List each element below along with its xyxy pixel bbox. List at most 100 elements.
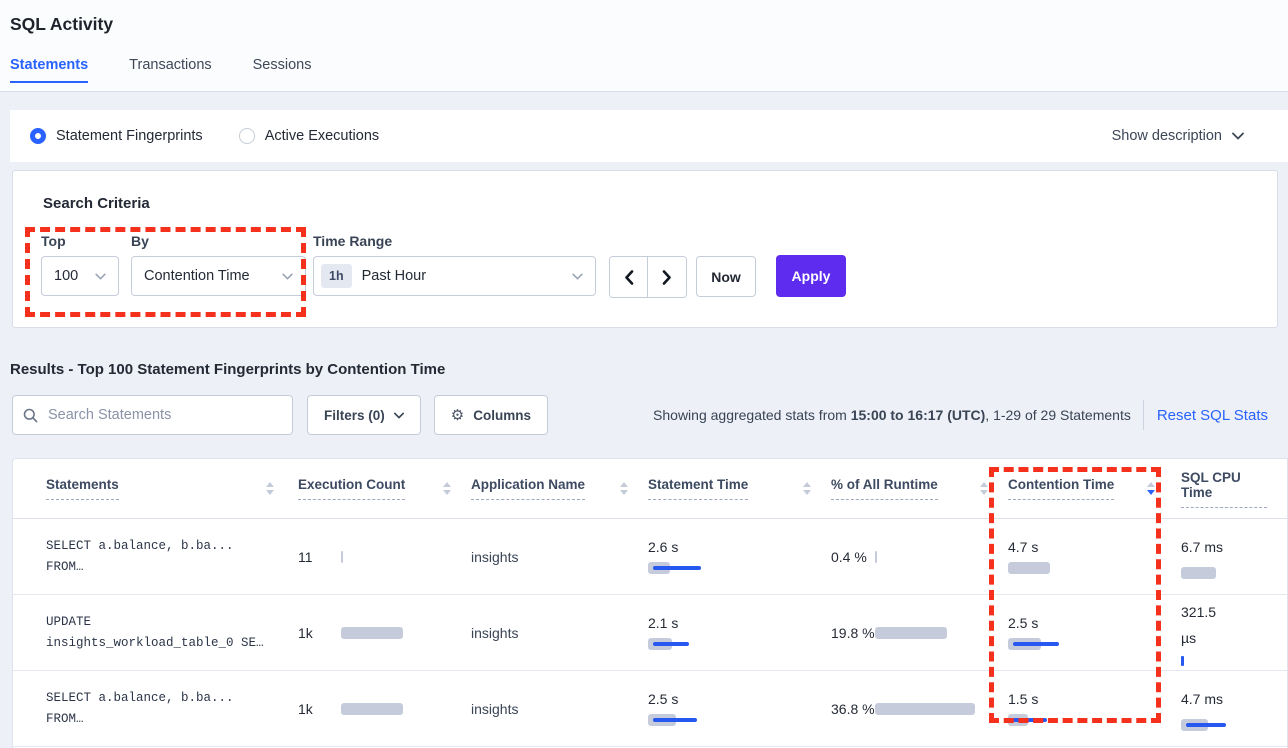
statement-time-cell: 2.1 s [648, 595, 831, 670]
execution-count-bar [341, 627, 403, 639]
statements-table: Statements Execution Count Application N… [12, 458, 1288, 748]
chevron-down-icon [1232, 132, 1244, 140]
aggregated-stats-text: Showing aggregated stats from 15:00 to 1… [653, 407, 1131, 423]
tab-sessions[interactable]: Sessions [253, 57, 312, 83]
previous-time-button[interactable] [610, 257, 648, 297]
sql-cpu-time-cell: 6.7 ms [1181, 519, 1288, 594]
apply-button[interactable]: Apply [776, 255, 846, 297]
time-range-value: Past Hour [362, 268, 426, 284]
filters-button[interactable]: Filters (0) [307, 395, 421, 435]
next-time-button[interactable] [648, 257, 686, 297]
top-select-value: 100 [54, 268, 78, 284]
statement-time-cell: 2.6 s [648, 519, 831, 594]
by-select-value: Contention Time [144, 268, 250, 284]
col-header-statement-time[interactable]: Statement Time [648, 477, 831, 500]
time-range-label: Time Range [313, 233, 596, 249]
time-range-select[interactable]: 1h Past Hour [313, 256, 596, 296]
by-label: By [131, 233, 306, 249]
table-header-row: Statements Execution Count Application N… [13, 459, 1287, 519]
sql-cpu-time-line [1186, 723, 1226, 727]
execution-count-cell: 1k [298, 595, 471, 670]
view-toggle-bar: Statement Fingerprints Active Executions… [10, 110, 1288, 162]
col-header-application-name[interactable]: Application Name [471, 477, 648, 500]
radio-active-executions-label: Active Executions [265, 128, 379, 144]
table-row[interactable]: UPDATE insights_workload_table_0 SE… 1k … [13, 595, 1287, 671]
sql-cpu-time-tick [1181, 656, 1184, 666]
show-description-label: Show description [1112, 128, 1222, 144]
contention-time-cell: 2.5 s [1008, 595, 1181, 670]
statement-fingerprint-link[interactable]: SELECT a.balance, b.ba... FROM… [13, 519, 298, 594]
tab-transactions[interactable]: Transactions [129, 57, 211, 83]
table-row[interactable]: SELECT a.balance, b.ba... FROM… 11 insig… [13, 519, 1287, 595]
sql-cpu-time-cell: 321.5 µs [1181, 595, 1287, 670]
col-header-runtime-pct[interactable]: % of All Runtime [831, 477, 1008, 500]
execution-count-bar [341, 551, 343, 563]
sort-icon[interactable] [620, 482, 628, 495]
col-header-statements[interactable]: Statements [13, 477, 298, 500]
sort-icon-active-desc[interactable] [1147, 482, 1155, 495]
by-field: By Contention Time [131, 233, 306, 296]
chevron-left-icon [624, 270, 634, 285]
chevron-down-icon [572, 273, 583, 280]
sort-icon[interactable] [803, 482, 811, 495]
execution-count-bar [341, 703, 403, 715]
runtime-pct-cell: 0.4 % [831, 519, 1008, 594]
radio-unselected-icon [239, 128, 255, 144]
sql-cpu-time-bar [1181, 567, 1216, 579]
gear-icon: ⚙ [451, 406, 464, 424]
contention-time-bar [1008, 562, 1050, 574]
results-toolbar: Filters (0) ⚙ Columns Showing aggregated… [12, 395, 1278, 435]
reset-sql-stats-link[interactable]: Reset SQL Stats [1157, 407, 1278, 424]
time-range-badge: 1h [321, 264, 352, 288]
sort-icon[interactable] [266, 482, 274, 495]
runtime-pct-bar [875, 703, 975, 715]
chevron-down-icon [394, 412, 404, 419]
by-select[interactable]: Contention Time [131, 256, 306, 296]
radio-statement-fingerprints[interactable]: Statement Fingerprints [30, 128, 203, 144]
tab-bar: Statements Transactions Sessions [10, 57, 1288, 83]
chevron-right-icon [662, 270, 672, 285]
time-range-arrows [609, 256, 687, 298]
search-icon [23, 408, 38, 423]
sort-icon[interactable] [443, 482, 451, 495]
execution-count-cell: 11 [298, 519, 471, 594]
runtime-pct-bar [875, 627, 947, 639]
now-button[interactable]: Now [696, 256, 756, 297]
chevron-down-icon [95, 273, 106, 280]
page-header: SQL Activity Statements Transactions Ses… [0, 0, 1288, 92]
results-heading: Results - Top 100 Statement Fingerprints… [10, 361, 1288, 378]
top-field: Top 100 [41, 233, 119, 296]
top-select[interactable]: 100 [41, 256, 119, 296]
search-criteria-card: Search Criteria Top 100 By Contention Ti… [12, 170, 1278, 328]
search-statements-box [12, 395, 293, 435]
top-label: Top [41, 233, 119, 249]
application-name-cell: insights [471, 519, 648, 594]
sort-icon[interactable] [980, 482, 988, 495]
time-range-field: Time Range 1h Past Hour [313, 233, 596, 296]
statement-time-line [653, 566, 701, 570]
search-statements-input[interactable] [46, 406, 282, 424]
page-title: SQL Activity [10, 0, 1288, 35]
statement-time-line [653, 718, 697, 722]
vertical-divider [1143, 400, 1144, 430]
col-header-contention-time[interactable]: Contention Time [1008, 477, 1181, 500]
contention-time-line [1013, 718, 1047, 722]
radio-statement-fingerprints-label: Statement Fingerprints [56, 128, 203, 144]
runtime-pct-cell: 19.8 % [831, 595, 1008, 670]
statement-fingerprint-link[interactable]: UPDATE insights_workload_table_0 SE… [13, 595, 298, 670]
columns-button[interactable]: ⚙ Columns [434, 395, 548, 435]
columns-button-label: Columns [473, 408, 531, 423]
contention-time-line [1013, 642, 1059, 646]
statement-time-line [653, 642, 689, 646]
tab-statements[interactable]: Statements [10, 57, 88, 83]
application-name-cell: insights [471, 595, 648, 670]
col-header-sql-cpu-time[interactable]: SQL CPU Time [1181, 470, 1287, 508]
show-description-toggle[interactable]: Show description [1112, 128, 1244, 144]
results-meta: Showing aggregated stats from 15:00 to 1… [653, 400, 1278, 430]
table-row[interactable]: SELECT a.balance, b.ba... FROM… 1k insig… [13, 671, 1287, 747]
col-header-execution-count[interactable]: Execution Count [298, 477, 471, 500]
chevron-down-icon [282, 273, 293, 280]
stats-time-range: 15:00 to 16:17 (UTC) [851, 407, 986, 423]
runtime-pct-bar [875, 551, 877, 563]
radio-active-executions[interactable]: Active Executions [239, 128, 379, 144]
